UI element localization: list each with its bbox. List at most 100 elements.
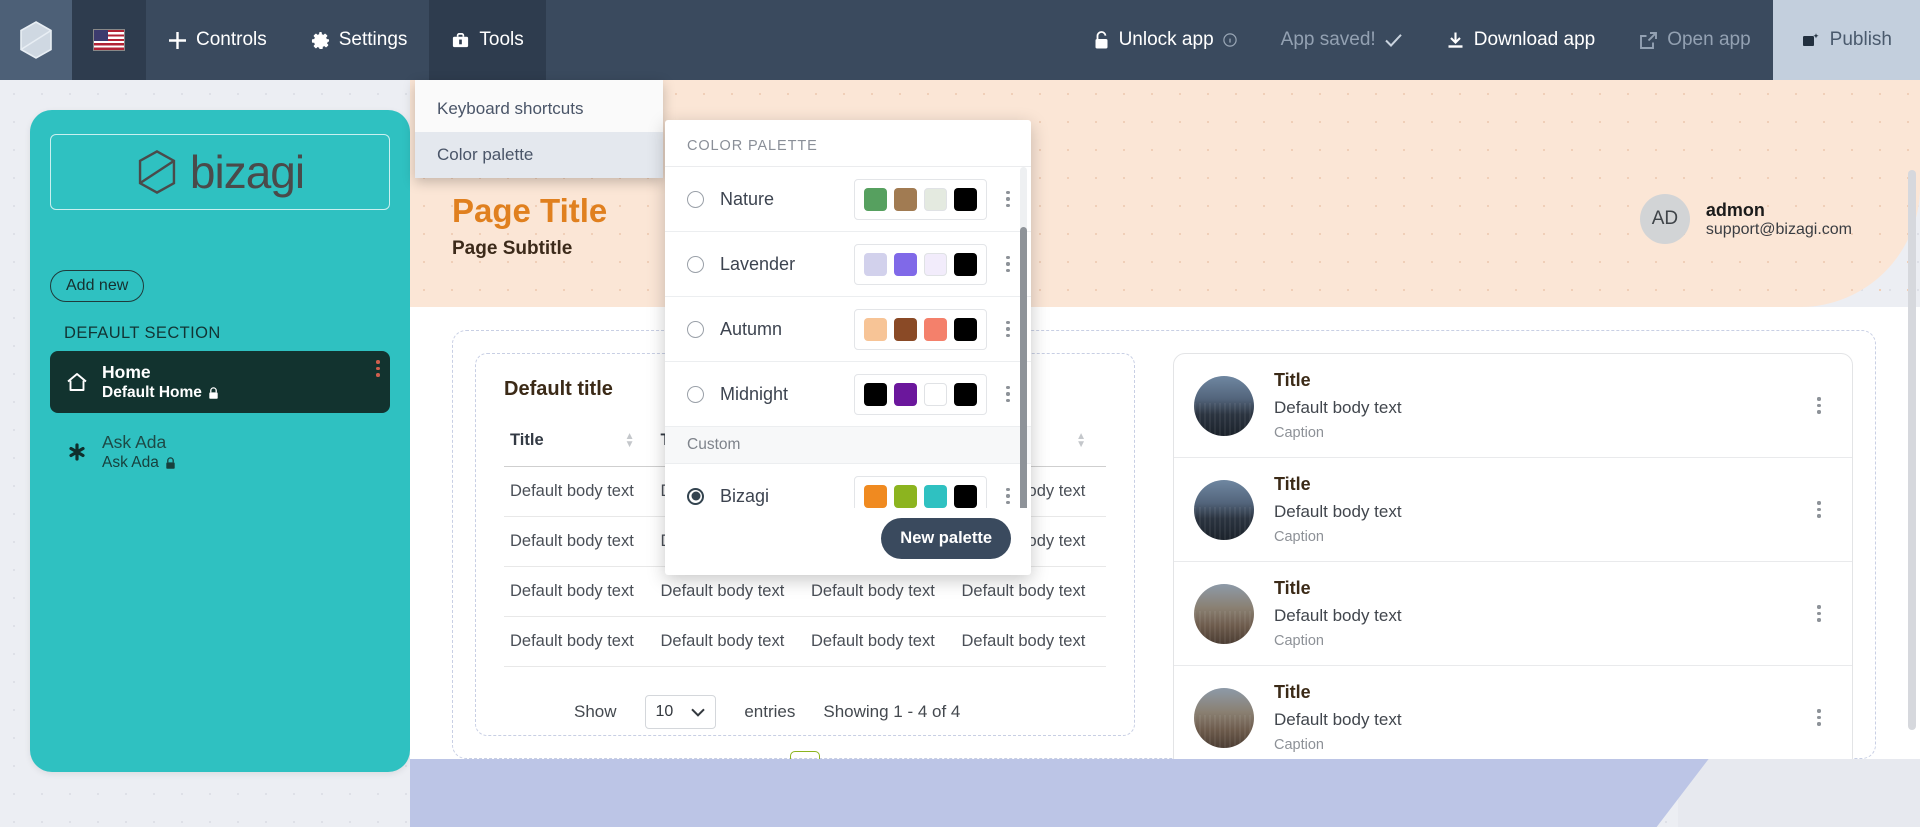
swatch-2: [894, 317, 917, 341]
palette-scrollbar-thumb[interactable]: [1020, 227, 1027, 508]
list-item[interactable]: Title Default body text Caption: [1174, 354, 1852, 458]
page-body: Default title Title▲▼ Title▲▼ Title▲▼ Ti…: [410, 307, 1920, 827]
table-cell: Default body text: [955, 616, 1106, 667]
sort-icon[interactable]: ▲▼: [1076, 431, 1086, 449]
sidebar-item-ask-ada[interactable]: Ask Ada Ask Ada: [50, 421, 390, 483]
sidebar-item-home-title: Home: [102, 362, 151, 382]
palette-radio-midnight[interactable]: [687, 385, 704, 403]
list-item-kebab-menu-icon[interactable]: [1806, 709, 1832, 726]
home-icon: [66, 372, 88, 392]
new-palette-button[interactable]: New palette: [881, 518, 1011, 559]
palette-kebab-lavender[interactable]: [995, 255, 1021, 273]
palette-kebab-autumn[interactable]: [995, 320, 1021, 338]
palette-kebab-bizagi[interactable]: [995, 487, 1021, 505]
palette-kebab-midnight[interactable]: [995, 385, 1021, 403]
sidebar-item-home[interactable]: Home Default Home: [50, 351, 390, 413]
download-app-button[interactable]: Download app: [1424, 0, 1617, 80]
swatch-4: [954, 382, 977, 406]
brand-name: bizagi: [189, 146, 305, 198]
table-cell: Default body text: [504, 566, 655, 617]
asterisk-icon: [66, 441, 88, 463]
swatch-3: [924, 484, 947, 508]
list-item-body: Default body text: [1274, 398, 1402, 417]
table-cell: Default body text: [654, 616, 805, 667]
table-cell: Default body text: [504, 516, 655, 567]
palette-name-nature: Nature: [720, 188, 775, 209]
swatch-3: [924, 317, 947, 341]
user-profile-chip[interactable]: AD admon support@bizagi.com: [1639, 194, 1852, 244]
controls-menu-button[interactable]: Controls: [146, 0, 289, 80]
swatch-4: [954, 317, 977, 341]
page-size-select[interactable]: 10: [644, 695, 717, 729]
swatch-3: [924, 187, 947, 211]
add-new-button[interactable]: Add new: [50, 270, 145, 302]
list-item-title: Title: [1274, 578, 1311, 598]
open-app-label: Open app: [1667, 29, 1751, 50]
list-item-kebab-menu-icon[interactable]: [1806, 605, 1832, 622]
publish-button[interactable]: Publish: [1772, 0, 1920, 80]
swatch-4: [954, 187, 977, 211]
unlock-app-button[interactable]: Unlock app: [1071, 0, 1259, 80]
page-size-value: 10: [655, 703, 674, 720]
open-app-button[interactable]: Open app: [1617, 0, 1772, 80]
sidebar-kebab-menu-icon[interactable]: [376, 360, 380, 377]
list-item-body: Default body text: [1274, 606, 1402, 625]
list-item[interactable]: Title Default body text Caption: [1174, 562, 1852, 666]
palette-name-midnight: Midnight: [720, 383, 789, 404]
info-icon[interactable]: [1222, 33, 1237, 47]
palette-row-autumn[interactable]: Autumn: [665, 297, 1031, 362]
page-preview: Page Title Page Subtitle AD admon suppor…: [410, 80, 1920, 827]
palette-kebab-nature[interactable]: [995, 190, 1021, 208]
menu-item-color-palette[interactable]: Color palette: [415, 132, 663, 178]
bizagi-hex-logo-icon: [136, 149, 178, 195]
sort-icon[interactable]: ▲▼: [625, 431, 635, 449]
palette-swatches-lavender: [854, 243, 987, 285]
settings-label: Settings: [338, 29, 408, 50]
toolbox-icon: [451, 31, 470, 50]
palette-name-lavender: Lavender: [720, 253, 796, 274]
app-root: Controls Settings Tools Unlock app App s…: [0, 0, 1920, 827]
swatch-2: [894, 252, 917, 276]
palette-radio-autumn[interactable]: [687, 320, 704, 338]
download-icon: [1446, 31, 1465, 50]
list-item-kebab-menu-icon[interactable]: [1806, 501, 1832, 518]
user-email: support@bizagi.com: [1705, 220, 1852, 238]
canvas-scrollbar[interactable]: [1908, 170, 1916, 730]
palette-radio-bizagi[interactable]: [687, 487, 704, 505]
controls-label: Controls: [196, 29, 267, 50]
list-item-body: Default body text: [1274, 502, 1402, 521]
plus-icon: [168, 31, 187, 50]
list-item-kebab-menu-icon[interactable]: [1806, 397, 1832, 414]
swatch-4: [954, 252, 977, 276]
palette-row-lavender[interactable]: Lavender: [665, 232, 1031, 297]
app-logo-button[interactable]: [0, 0, 72, 80]
city-skyline-thumbnail: [1194, 375, 1254, 436]
palette-radio-nature[interactable]: [687, 190, 704, 208]
list-item[interactable]: Title Default body text Caption: [1174, 666, 1852, 769]
lock-icon: [208, 386, 219, 400]
table-row[interactable]: Default body text Default body text Defa…: [504, 616, 1106, 667]
list-item-title: Title: [1274, 370, 1311, 390]
list-item-body: Default body text: [1274, 710, 1402, 729]
list-item[interactable]: Title Default body text Caption: [1174, 458, 1852, 562]
settings-menu-button[interactable]: Settings: [289, 0, 430, 80]
chevron-down-icon: [691, 708, 706, 717]
language-flag-button[interactable]: [72, 0, 146, 80]
palette-row-bizagi[interactable]: Bizagi: [665, 464, 1031, 508]
palette-row-nature[interactable]: Nature: [665, 167, 1031, 232]
palette-footer: New palette: [665, 508, 1031, 575]
palette-radio-lavender[interactable]: [687, 255, 704, 273]
us-flag-icon: [93, 29, 125, 51]
building-thumbnail: [1194, 687, 1254, 748]
color-palette-header: COLOR PALETTE: [665, 120, 1031, 167]
entries-label: entries: [744, 702, 796, 721]
showing-entries-text: Showing 1 - 4 of 4: [823, 702, 961, 721]
table-column-header-1[interactable]: Title ▲ ▼: [504, 427, 655, 467]
tools-menu-button[interactable]: Tools: [429, 0, 546, 80]
topbar-right-actions: Unlock app App saved! Download app Open …: [1071, 0, 1920, 80]
list-item-title: Title: [1274, 474, 1311, 494]
palette-row-midnight[interactable]: Midnight: [665, 362, 1031, 427]
brand-logo-block[interactable]: bizagi: [50, 134, 390, 210]
footer-color-fill: [410, 759, 1709, 827]
menu-item-keyboard-shortcuts[interactable]: Keyboard shortcuts: [415, 86, 663, 132]
